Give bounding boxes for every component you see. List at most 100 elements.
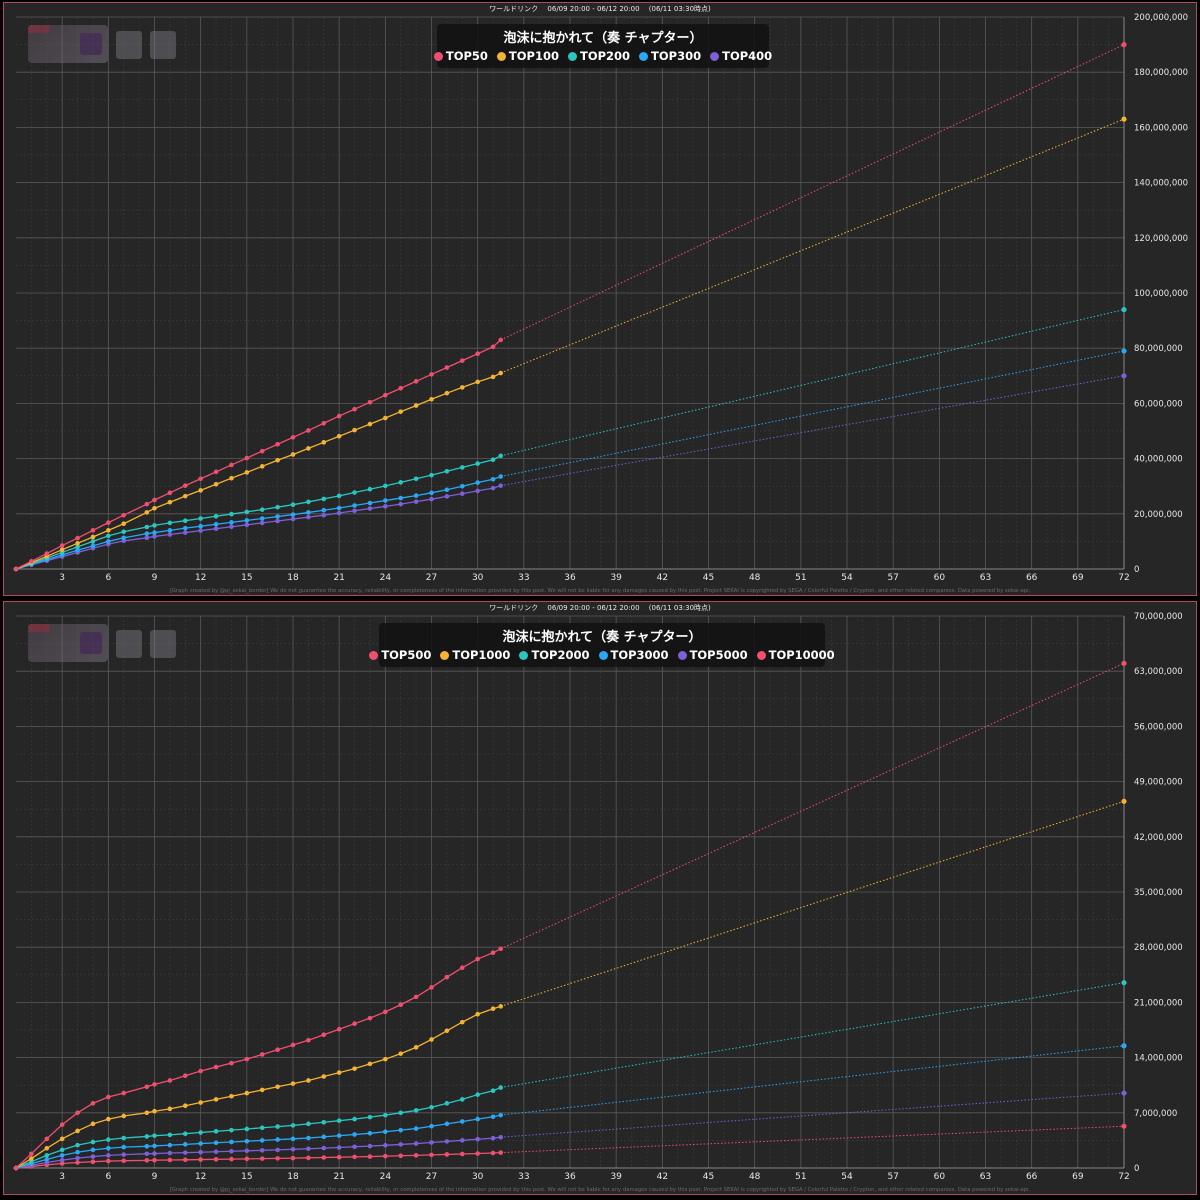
- data-point: [352, 503, 357, 508]
- data-point: [290, 512, 296, 517]
- data-point: [29, 1156, 34, 1161]
- x-tick-label: 9: [152, 1172, 158, 1182]
- data-point: [106, 1158, 111, 1164]
- data-point: [398, 1127, 404, 1133]
- data-point: [106, 1137, 111, 1142]
- data-point: [321, 512, 327, 518]
- data-point: [398, 1142, 404, 1147]
- data-point: [182, 483, 188, 488]
- data-point: [290, 1042, 296, 1048]
- data-point: [121, 1144, 127, 1150]
- data-point: [444, 487, 450, 493]
- legend-item-top100: TOP100: [496, 49, 559, 63]
- data-point: [259, 1052, 265, 1057]
- data-point: [459, 1119, 465, 1124]
- data-point: [398, 501, 404, 507]
- data-point: [121, 521, 127, 527]
- x-tick-label: 39: [610, 573, 622, 583]
- data-point: [306, 1146, 311, 1152]
- data-point: [121, 1152, 127, 1157]
- data-point: [498, 1004, 504, 1009]
- y-tick-label: 28,000,000: [1134, 943, 1183, 953]
- legend-item-top200: TOP200: [567, 49, 630, 63]
- data-point: [167, 1142, 173, 1148]
- data-point: [398, 385, 404, 391]
- data-point: [275, 1156, 280, 1161]
- y-tick-label: 60,000,000: [1134, 399, 1183, 409]
- chart-panel-bottom: ワールドリンク 06/09 20:00 - 06/12 20:00 (06/11…: [3, 601, 1197, 1195]
- data-point: [244, 1156, 250, 1162]
- data-point: [275, 441, 280, 447]
- data-point: [352, 1154, 357, 1160]
- chart-footer: [Graph created by @pj_sekai_border] We d…: [169, 1187, 1031, 1193]
- data-point: [44, 1157, 50, 1162]
- x-tick-label: 60: [934, 1172, 946, 1182]
- data-point: [459, 1019, 465, 1025]
- data-point: [336, 1070, 342, 1075]
- legend-dot: [756, 650, 766, 660]
- data-point: [152, 1157, 157, 1163]
- data-point: [475, 1136, 480, 1142]
- legend-label: TOP500: [381, 648, 432, 662]
- legend-label: TOP3000: [610, 648, 669, 662]
- data-point: [459, 385, 465, 390]
- data-point: [444, 974, 450, 980]
- data-point: [413, 493, 419, 498]
- character-thumbnail-2: [150, 31, 176, 59]
- data-point: [475, 956, 480, 962]
- data-point: [167, 532, 173, 537]
- data-point: [229, 1139, 234, 1145]
- x-tick-label: 3: [59, 573, 65, 583]
- legend-label: TOP300: [651, 49, 702, 63]
- legend-item-top10000: TOP10000: [756, 648, 835, 662]
- legend-item-top50: TOP50: [433, 49, 488, 63]
- data-point: [336, 413, 342, 419]
- data-point: [182, 518, 188, 523]
- data-point: [306, 514, 311, 520]
- data-point: [198, 488, 203, 493]
- data-point: [429, 1104, 434, 1110]
- data-point: [459, 491, 465, 496]
- legend-items: TOP500 TOP1000 TOP2000 TOP3000 TOP5000 TOP100…: [369, 648, 835, 662]
- data-point: [352, 490, 357, 495]
- data-point: [259, 1125, 265, 1131]
- data-point: [383, 1056, 388, 1062]
- data-point: [444, 1101, 450, 1106]
- data-point: [459, 483, 465, 489]
- data-point: [229, 1093, 234, 1099]
- y-tick-label: 200,000,000: [1134, 13, 1188, 23]
- data-point: [229, 475, 234, 481]
- projection-endpoint: [1121, 373, 1127, 379]
- data-point: [167, 1157, 173, 1163]
- projection-endpoint: [1121, 116, 1127, 122]
- data-point: [383, 1142, 388, 1148]
- data-point: [444, 468, 450, 474]
- y-tick-label: 70,000,000: [1134, 612, 1183, 622]
- data-point: [182, 493, 188, 499]
- data-point: [490, 1088, 496, 1094]
- data-point: [167, 1132, 173, 1138]
- data-point: [275, 1137, 280, 1142]
- data-point: [336, 1154, 342, 1160]
- data-point: [213, 1140, 219, 1146]
- data-point: [59, 1136, 65, 1142]
- y-tick-label: 180,000,000: [1134, 68, 1188, 78]
- data-point: [259, 1087, 265, 1093]
- x-tick-label: 60: [934, 573, 946, 583]
- character-thumbnail-2: [150, 630, 176, 658]
- data-point: [182, 1150, 188, 1155]
- data-point: [59, 1122, 65, 1127]
- x-tick-label: 18: [287, 1172, 299, 1182]
- data-point: [75, 1155, 80, 1161]
- data-point: [429, 1037, 434, 1042]
- data-point: [229, 524, 234, 530]
- y-tick-label: 7,000,000: [1134, 1109, 1177, 1119]
- data-point: [275, 1124, 280, 1129]
- chart-title: 泡沫に抱かれて（奏 チャプター）: [502, 630, 702, 645]
- data-point: [413, 1108, 419, 1113]
- data-point: [106, 1094, 111, 1100]
- data-point: [321, 1074, 327, 1079]
- data-point: [352, 1144, 357, 1150]
- data-point: [383, 1112, 388, 1118]
- data-point: [90, 543, 96, 549]
